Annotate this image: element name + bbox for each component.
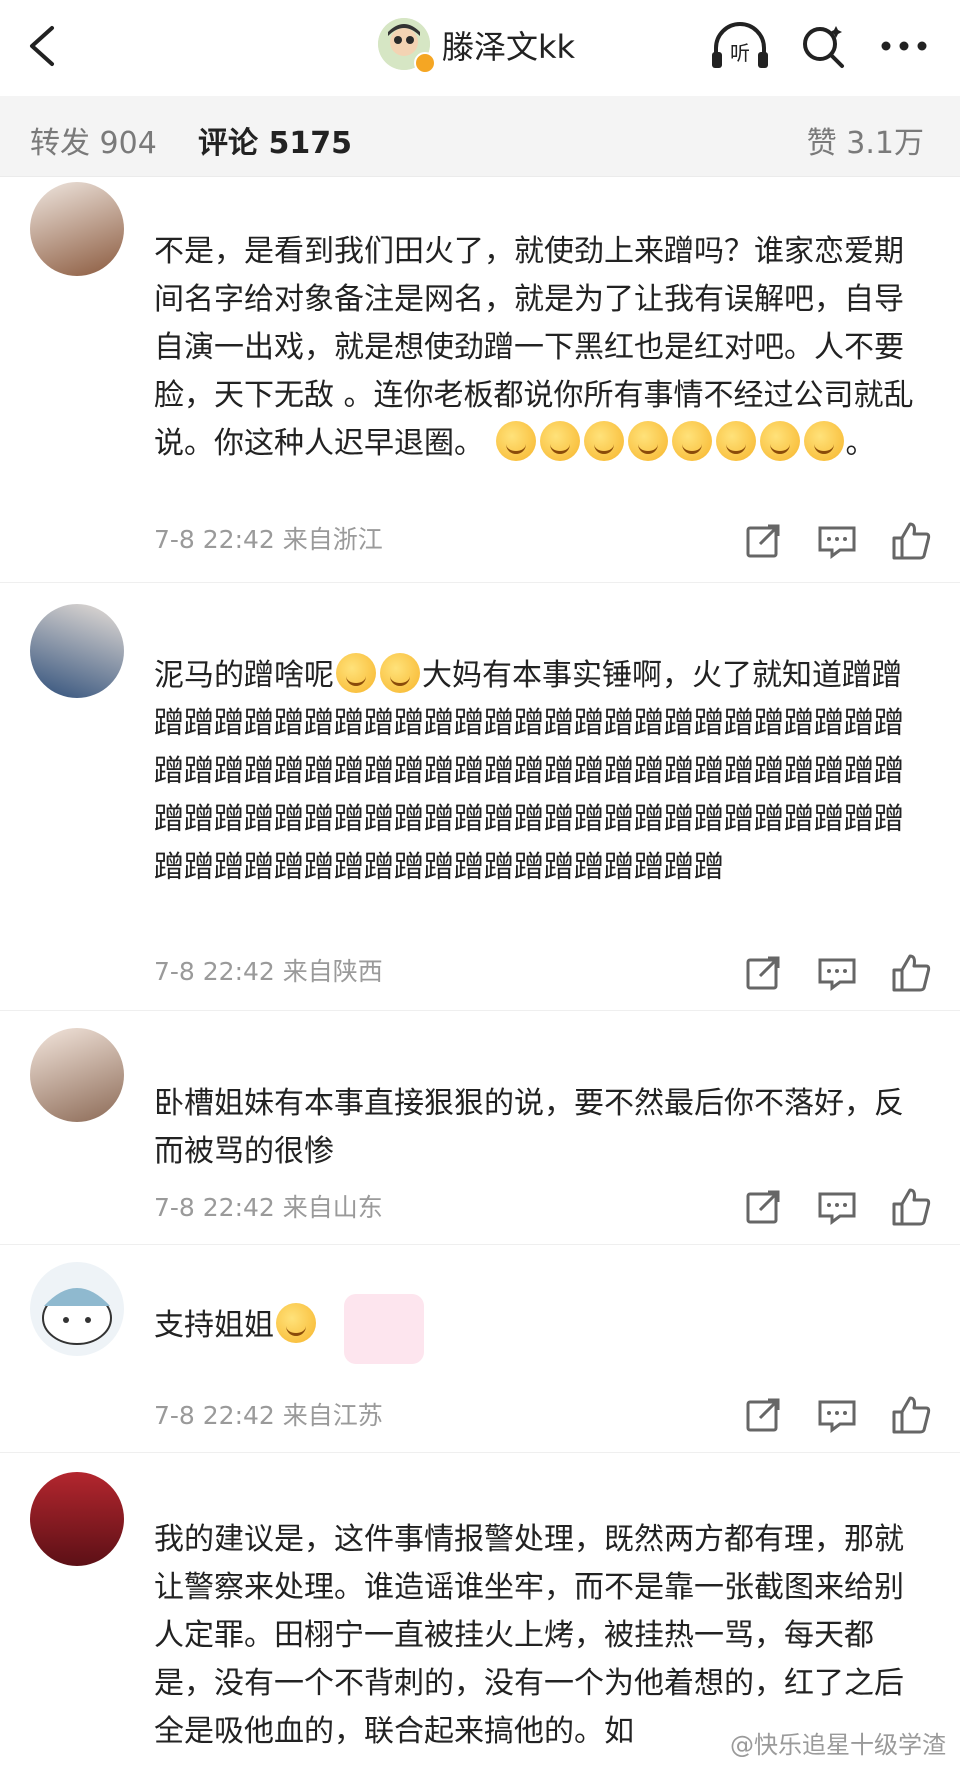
comment-meta: 7-8 22:42 来自江苏 (154, 1401, 383, 1430)
comment-icon[interactable] (814, 1184, 860, 1230)
comment-text: 卧槽姐妹有本事直接狠狠的说，要不然最后你不落好，反而被骂的很惨 (154, 1086, 904, 1169)
back-arrow-icon[interactable] (22, 22, 62, 70)
share-icon[interactable] (740, 1392, 786, 1438)
divider (0, 582, 960, 583)
sticker-image[interactable] (344, 1294, 424, 1364)
like-icon[interactable] (888, 1184, 934, 1230)
comment-item: 支持姐姐 7-8 22:42 来自江苏 (0, 1254, 960, 1444)
shy-emoji-icon (276, 1303, 316, 1343)
commenter-avatar[interactable] (30, 1028, 124, 1122)
emoji-icon (671, 421, 712, 461)
comment-actions (740, 1392, 940, 1440)
comment-text: 我的建议是，这件事情报警处理，既然两方都有理，那就让警察来处理。谁造谣谁坐牢，而… (154, 1522, 904, 1749)
share-icon[interactable] (740, 950, 786, 996)
comment-actions (740, 950, 940, 998)
verified-badge-icon (414, 52, 436, 74)
author-name[interactable]: 滕泽文kk (442, 22, 575, 68)
listen-headphones-icon[interactable]: 听 (708, 20, 772, 72)
commenter-avatar[interactable] (30, 1472, 124, 1566)
top-nav: 滕泽文kk 听 (0, 0, 960, 92)
comment-icon[interactable] (814, 518, 860, 564)
emoji-icon (539, 421, 580, 461)
comment-icon[interactable] (814, 950, 860, 996)
watermark: @快乐追星十级学渣 (730, 1731, 946, 1759)
divider (0, 1244, 960, 1245)
comment-meta: 7-8 22:42 来自山东 (154, 1193, 383, 1222)
comment-icon[interactable] (814, 1392, 860, 1438)
comment-meta: 7-8 22:42 来自陕西 (154, 957, 383, 986)
stats-bar: 转发 904 评论 5175 赞 3.1万 (0, 96, 960, 177)
share-icon[interactable] (740, 518, 786, 564)
commenter-avatar[interactable] (30, 1262, 124, 1356)
commenter-avatar[interactable] (30, 182, 124, 276)
comment-item: 泥马的蹭啥呢 大妈有本事实锤啊，火了就知道蹭蹭蹭蹭蹭蹭蹭蹭蹭蹭蹭蹭蹭蹭蹭蹭蹭蹭蹭蹭… (0, 600, 960, 1000)
emoji-icon (627, 421, 668, 461)
comment-actions (740, 518, 940, 566)
tab-likes[interactable]: 赞 3.1万 (807, 118, 924, 162)
smile-emoji-icon (336, 653, 376, 693)
share-icon[interactable] (740, 1184, 786, 1230)
divider (0, 1452, 960, 1453)
comment-text: 不是，是看到我们田火了，就使劲上来蹭吗？谁家恋爱期间名字给对象备注是网名，就是为… (154, 234, 914, 461)
emoji-icon (759, 421, 800, 461)
emoji-icon (583, 421, 624, 461)
like-icon[interactable] (888, 1392, 934, 1438)
svg-text:听: 听 (730, 41, 750, 65)
emoji-icon (715, 421, 756, 461)
comment-item: 不是，是看到我们田火了，就使劲上来蹭吗？谁家恋爱期间名字给对象备注是网名，就是为… (0, 176, 960, 576)
tab-comments[interactable]: 评论 5175 (198, 118, 352, 162)
like-icon[interactable] (888, 518, 934, 564)
more-options-icon[interactable] (876, 20, 932, 72)
smile-emoji-icon (380, 653, 420, 693)
divider (0, 1010, 960, 1011)
commenter-avatar[interactable] (30, 604, 124, 698)
comment-meta: 7-8 22:42 来自浙江 (154, 525, 383, 554)
comment-item: 卧槽姐妹有本事直接狠狠的说，要不然最后你不落好，反而被骂的很惨 7-8 22:4… (0, 1024, 960, 1236)
comment-text: 泥马的蹭啥呢 大妈有本事实锤啊，火了就知道蹭蹭蹭蹭蹭蹭蹭蹭蹭蹭蹭蹭蹭蹭蹭蹭蹭蹭蹭蹭… (154, 652, 914, 892)
emoji-icon (803, 421, 844, 461)
emoji-icon (495, 421, 536, 461)
search-icon[interactable] (798, 20, 848, 72)
tab-repost[interactable]: 转发 904 (30, 118, 157, 162)
like-icon[interactable] (888, 950, 934, 996)
comment-actions (740, 1184, 940, 1232)
